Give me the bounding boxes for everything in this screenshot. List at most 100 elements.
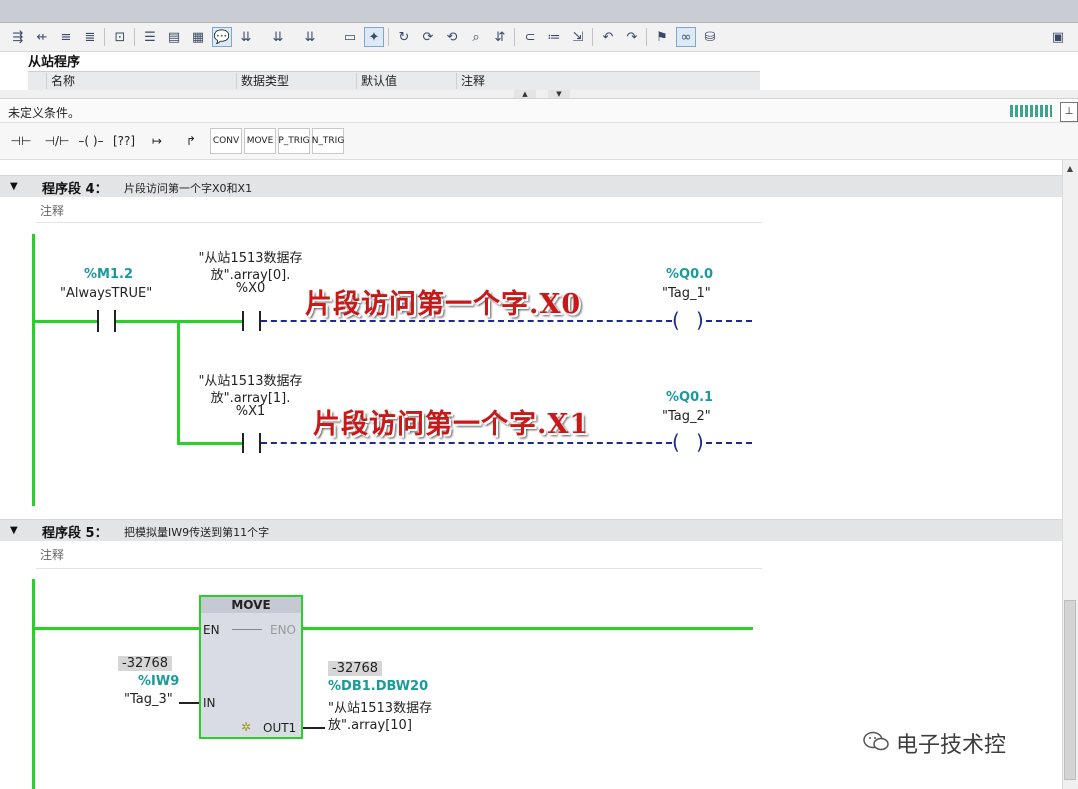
window-top-strip — [0, 0, 1078, 23]
column-name[interactable]: 名称 — [46, 73, 241, 89]
out-monitor-value: -32768 — [328, 661, 383, 676]
coil-address: %Q0.1 — [666, 390, 714, 405]
network-comment[interactable]: 注释 — [40, 546, 64, 563]
power-wire — [177, 442, 243, 445]
coil-right-icon[interactable]: ) — [696, 432, 704, 452]
list-icon[interactable]: ▭ — [340, 27, 360, 47]
out-pin[interactable]: OUT1 — [263, 721, 296, 735]
contact-address: %M1.2 — [84, 267, 133, 282]
conv-button[interactable]: CONV — [210, 128, 242, 154]
add-row-icon[interactable]: ≣ — [80, 27, 100, 47]
en-pin[interactable]: EN — [203, 623, 220, 637]
delete-network-icon[interactable]: ⇷ — [32, 27, 52, 47]
out-address: %DB1.DBW20 — [328, 679, 429, 694]
highlight-icon[interactable]: ✦ — [364, 27, 384, 47]
network-number: 程序段 4： — [42, 182, 108, 197]
move-button[interactable]: MOVE — [244, 128, 276, 154]
tag-info-icon[interactable]: ⇊ — [300, 27, 320, 47]
comment-divider — [36, 222, 762, 223]
close-networks-icon[interactable]: ▤ — [164, 27, 184, 47]
monitor-icon[interactable]: ↶ — [598, 27, 618, 47]
splitter-down-icon[interactable]: ▼ — [548, 90, 570, 98]
annotation-x0: 片段访问第一个字.X0 — [305, 289, 582, 320]
in-monitor-value: -32768 — [118, 656, 173, 671]
in-tag[interactable]: "Tag_3" — [124, 692, 173, 707]
dashed-wire — [706, 320, 752, 322]
scroll-up-icon[interactable]: ▲ — [1062, 162, 1078, 176]
en-eno-line — [232, 629, 262, 630]
status-bars-icon — [1010, 105, 1052, 117]
empty-box-button[interactable]: [??] — [110, 128, 138, 154]
operand-line[interactable]: %X0 — [188, 281, 313, 296]
next-error-icon[interactable]: ⟳ — [418, 27, 438, 47]
n-trig-button[interactable]: N_TRIG — [312, 128, 344, 154]
glasses-icon[interactable]: ∞ — [676, 27, 696, 47]
coil-left-icon[interactable]: ( — [672, 310, 680, 330]
column-default[interactable]: 默认值 — [356, 73, 455, 89]
coil-left-icon[interactable]: ( — [672, 432, 680, 452]
go-to-icon[interactable]: ↻ — [394, 27, 414, 47]
coil-tag[interactable]: "Tag_2" — [662, 409, 711, 424]
branch-wire — [177, 320, 180, 444]
condition-text: 未定义条件。 — [8, 106, 81, 120]
operand-line[interactable]: %X1 — [188, 404, 313, 419]
insert-row-icon[interactable]: ≡ — [56, 27, 76, 47]
instruction-favorites-bar: ⊣⊢ ⊣/⊢ –( )– [??] ↦ ↱ CONV MOVE P_TRIG N… — [0, 123, 1078, 160]
collapse-icon[interactable]: ⊂ — [520, 27, 540, 47]
in-pin[interactable]: IN — [203, 696, 216, 710]
expand-icon[interactable]: ≔ — [544, 27, 564, 47]
toggle-icon[interactable]: ⊡ — [110, 27, 130, 47]
column-comment[interactable]: 注释 — [456, 73, 761, 89]
open-branch-button[interactable]: ↦ — [142, 128, 172, 154]
network-4-header[interactable]: ▼ 程序段 4： 片段访问第一个字X0和X1 — [0, 175, 1062, 197]
window-layout-icon[interactable]: ▣ — [1048, 27, 1068, 47]
lib-icon[interactable]: ⊥ — [1060, 102, 1078, 122]
column-datatype[interactable]: 数据类型 — [236, 73, 355, 89]
add-output-icon[interactable]: ✲ — [241, 720, 251, 734]
condition-row: 未定义条件。 — [0, 100, 1078, 123]
undo-monitor-icon[interactable]: ↷ — [622, 27, 642, 47]
network-title[interactable]: 片段访问第一个字X0和X1 — [124, 180, 252, 196]
coil-address: %Q0.0 — [666, 267, 714, 282]
p-trig-button[interactable]: P_TRIG — [278, 128, 310, 154]
coil-button[interactable]: –( )– — [74, 128, 108, 154]
network-5-header[interactable]: ▼ 程序段 5： 把模拟量IW9传送到第11个字 — [0, 519, 1062, 541]
out-tag-line[interactable]: 放".array[10] — [328, 714, 412, 733]
network-title[interactable]: 把模拟量IW9传送到第11个字 — [124, 524, 269, 540]
close-branch-button[interactable]: ↱ — [176, 128, 206, 154]
no-contact-button[interactable]: ⊣⊢ — [6, 128, 36, 154]
breakpoint-icon[interactable]: ⚑ — [652, 27, 672, 47]
comments-icon[interactable]: 💬 — [212, 27, 232, 47]
interface-table-header: 名称 数据类型 默认值 注释 — [28, 71, 760, 91]
out-wire — [303, 727, 325, 729]
favorites-icon[interactable]: ⇊ — [236, 27, 256, 47]
eno-wire — [303, 627, 753, 630]
collapse-triangle-icon[interactable]: ▼ — [10, 525, 18, 536]
move-title: MOVE — [201, 597, 301, 613]
contact-left-bar[interactable] — [242, 433, 244, 453]
move-block[interactable] — [199, 595, 303, 739]
replace-icon[interactable]: ⇵ — [490, 27, 510, 47]
contact-tag[interactable]: "AlwaysTRUE" — [60, 286, 152, 301]
splitter-up-icon[interactable]: ▲ — [514, 90, 536, 98]
database-icon[interactable]: ⛁ — [700, 27, 720, 47]
open-networks-icon[interactable]: ☰ — [140, 27, 160, 47]
power-rail — [32, 234, 35, 506]
watermark-text: 电子技术控 — [896, 733, 1007, 758]
contact-left-bar[interactable] — [242, 311, 244, 331]
find-icon[interactable]: ⌕ — [466, 27, 486, 47]
coil-tag[interactable]: "Tag_1" — [662, 286, 711, 301]
operand-display-icon[interactable]: ⇊ — [268, 27, 288, 47]
pane-splitter[interactable]: ▲ ▼ — [0, 90, 1078, 99]
eno-pin[interactable]: ENO — [270, 623, 296, 637]
scrollbar-thumb[interactable] — [1064, 600, 1076, 780]
absolute-operands-icon[interactable]: ▦ — [188, 27, 208, 47]
insert-network-icon[interactable]: ⇶ — [8, 27, 28, 47]
contact-left-bar[interactable] — [97, 310, 99, 332]
coil-right-icon[interactable]: ) — [696, 310, 704, 330]
collapse-triangle-icon[interactable]: ▼ — [10, 181, 18, 192]
network-comment[interactable]: 注释 — [40, 202, 64, 219]
nc-contact-button[interactable]: ⊣/⊢ — [40, 128, 74, 154]
prev-error-icon[interactable]: ⟲ — [442, 27, 462, 47]
indent-icon[interactable]: ⇲ — [568, 27, 588, 47]
